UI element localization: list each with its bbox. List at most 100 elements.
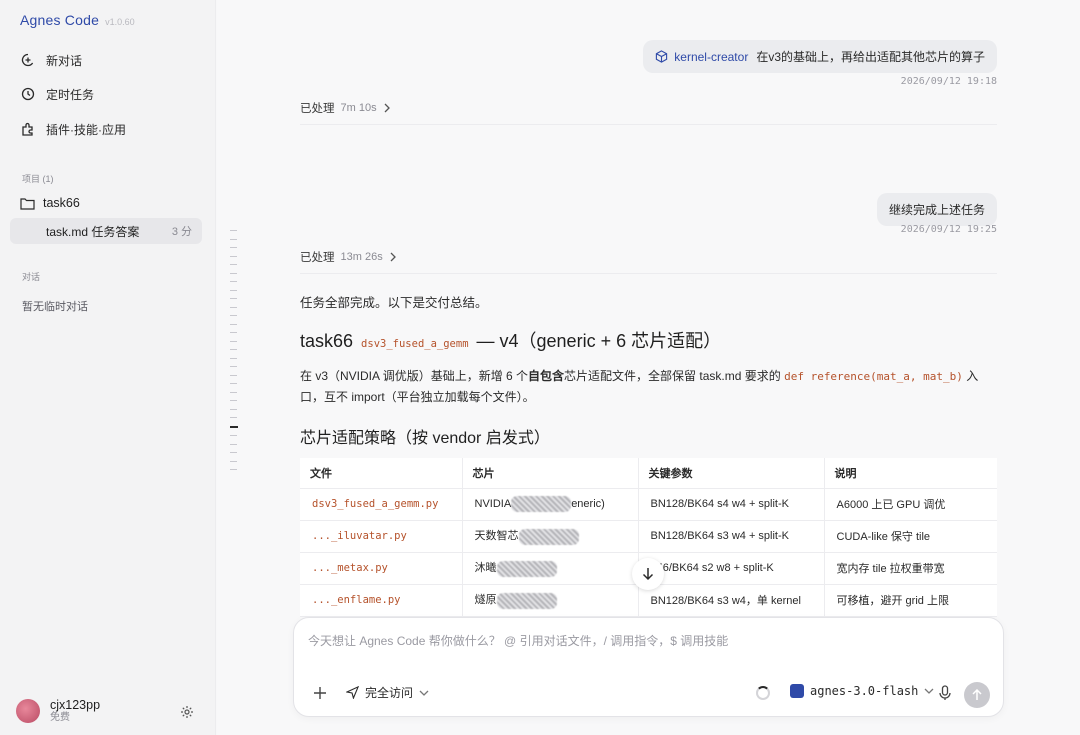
chevron-down-icon [419, 690, 429, 696]
cell-chip: 燧原 [462, 584, 639, 617]
cell-note: CUDA-like 保守 tile [824, 520, 997, 553]
plus-icon[interactable] [312, 685, 328, 701]
chats-label: 对话 [22, 272, 41, 282]
access-mode-label: 完全访问 [365, 686, 414, 700]
processed-duration: 13m 26s [340, 251, 383, 263]
table-header-row: 文件 芯片 关键参数 说明 [300, 458, 997, 489]
para-bold: 自包含 [528, 369, 565, 383]
col-header-chip: 芯片 [462, 458, 639, 489]
projects-label: 项目 (1) [22, 174, 54, 184]
message-text: 在v3的基础上，再给出适配其他芯片的算子 [756, 50, 985, 64]
cell-file: dsv3_fused_a_gemm.py [300, 488, 463, 521]
message-timestamp-1: 2026/09/12 19:18 [900, 76, 997, 87]
scroll-to-bottom-button[interactable] [632, 558, 664, 590]
mention-name: kernel-creator [674, 49, 749, 64]
new-chat-icon [21, 53, 34, 67]
model-select[interactable]: agnes-3.0-flash [790, 684, 934, 698]
microphone-icon[interactable] [938, 685, 952, 701]
cell-params: BN128/BK64 s4 w4 + split-K [638, 488, 825, 521]
project-item-task-md[interactable]: task.md 任务答案 3 分 [10, 218, 202, 244]
divider [300, 124, 997, 125]
nav-scheduled-tasks[interactable]: 定时任务 [20, 84, 94, 104]
app-version: v1.0.60 [105, 17, 135, 27]
cell-chip: NVIDIA eneric) [462, 488, 639, 521]
cell-note: A6000 上已 GPU 调优 [824, 488, 997, 521]
col-header-file: 文件 [300, 458, 463, 489]
arrow-up-icon [972, 689, 982, 700]
nav-new-chat-label: 新对话 [46, 53, 83, 68]
message-text: 继续完成上述任务 [888, 203, 985, 217]
main-panel: kernel-creator 在v3的基础上，再给出适配其他芯片的算子 2026… [217, 0, 1080, 735]
para-code: def reference(mat_a, mat_b) [784, 370, 963, 383]
col-header-note: 说明 [824, 458, 997, 489]
redacted-blur [511, 496, 572, 512]
processed-toggle-1[interactable]: 已处理 7m 10s [300, 100, 391, 116]
processed-duration: 7m 10s [340, 102, 377, 114]
cell-params: BN128/BK64 s3 w4 + split-K [638, 520, 825, 553]
redacted-blur [518, 528, 579, 545]
clock-icon [21, 87, 35, 101]
cell-chip: 天数智芯 [462, 520, 639, 553]
project-task66[interactable]: task66 [20, 196, 80, 210]
user-message-2: 继续完成上述任务 [876, 193, 997, 226]
answer-heading: task66 dsv3_fused_a_gemm — v4（generic + … [300, 327, 721, 353]
model-logo-icon [790, 684, 804, 698]
scroll-minimap[interactable] [230, 230, 240, 478]
chip-table: 文件 芯片 关键参数 说明 dsv3_fused_a_gemm.py NVIDI… [300, 458, 997, 617]
answer-paragraph: 在 v3（NVIDIA 调优版）基础上，新增 6 个自包含芯片适配文件，全部保留… [300, 366, 1000, 408]
project-item-age: 3 分 [171, 226, 192, 238]
user-plan: 免费 [50, 712, 70, 723]
send-plane-icon [346, 686, 359, 699]
redacted-blur [496, 592, 557, 609]
para-text-a: 在 v3（NVIDIA 调优版）基础上，新增 6 个 [300, 369, 529, 383]
project-item-label: task.md 任务答案 [46, 224, 140, 239]
nav-scheduled-tasks-label: 定时任务 [46, 87, 95, 102]
message-timestamp-2: 2026/09/12 19:25 [900, 224, 997, 235]
model-name: agnes-3.0-flash [810, 684, 919, 698]
para-text-b: 芯片适配文件，全部保留 task.md 要求的 [564, 369, 781, 383]
cell-file: ..._enflame.py [300, 584, 463, 617]
loading-spinner [756, 686, 770, 700]
table-row: ..._iluvatar.py 天数智芯 BN128/BK64 s3 w4 + … [300, 520, 997, 553]
cell-file: ..._metax.py [300, 552, 463, 585]
table-row: dsv3_fused_a_gemm.py NVIDIA eneric) BN128… [300, 488, 997, 521]
arrow-down-icon [642, 568, 654, 581]
cell-params: BN128/BK64 s3 w4，单 kernel [638, 584, 825, 617]
heading-code: dsv3_fused_a_gemm [361, 338, 469, 350]
mention-chip[interactable]: kernel-creator [655, 50, 748, 64]
chevron-right-icon [390, 252, 396, 262]
cell-chip: 沐曦 [462, 552, 639, 585]
access-mode-select[interactable]: 完全访问 [346, 684, 429, 701]
user-message-1: kernel-creator 在v3的基础上，再给出适配其他芯片的算子 [643, 40, 997, 73]
cell-file: ..._iluvatar.py [300, 520, 463, 553]
nav-plugins-label: 插件·技能·应用 [46, 122, 126, 137]
user-profile[interactable]: cjx123pp 免费 [16, 698, 100, 724]
processed-label: 已处理 [300, 252, 335, 264]
section-heading: 芯片适配策略（按 vendor 启发式） [300, 430, 550, 447]
gear-icon[interactable] [180, 705, 194, 719]
send-button[interactable] [964, 682, 990, 708]
plugin-icon [22, 122, 33, 136]
processed-label: 已处理 [300, 103, 335, 115]
heading-prefix: task66 [300, 331, 354, 351]
cell-params: 256/BK64 s2 w8 + split-K [638, 552, 825, 585]
col-header-params: 关键参数 [638, 458, 825, 489]
brand: Agnes Code v1.0.60 [20, 12, 135, 28]
processed-toggle-2[interactable]: 已处理 13m 26s [300, 249, 397, 265]
redacted-blur [496, 560, 557, 577]
cell-note: 宽内存 tile 拉权重带宽 [824, 552, 997, 585]
folder-icon [20, 197, 35, 210]
composer: 今天想让 Agnes Code 帮你做什么？ @ 引用对话文件，/ 调用指令，$… [293, 617, 1004, 717]
chevron-right-icon [384, 103, 390, 113]
nav-plugins[interactable]: 插件·技能·应用 [20, 119, 126, 139]
prompt-input[interactable]: 今天想让 Agnes Code 帮你做什么？ @ 引用对话文件，/ 调用指令，$… [308, 632, 728, 649]
project-name: task66 [43, 196, 80, 210]
chevron-down-icon [924, 688, 934, 694]
cell-note: 可移植，避开 grid 上限 [824, 584, 997, 617]
empty-chats-text: 暂无临时对话 [22, 301, 88, 313]
divider [300, 273, 997, 274]
heading-suffix: — v4（generic + 6 芯片适配） [476, 331, 722, 351]
answer-intro: 任务全部完成。以下是交付总结。 [300, 296, 488, 310]
cube-icon [656, 50, 668, 63]
nav-new-chat[interactable]: 新对话 [20, 50, 82, 70]
